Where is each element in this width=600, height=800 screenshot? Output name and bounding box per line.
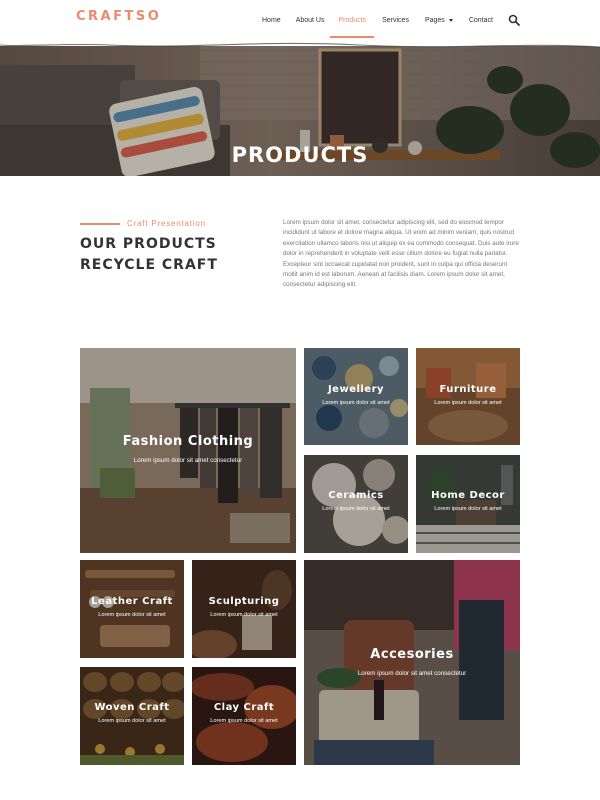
tile-subtitle: Lorem ipsum dolor sit amet (98, 718, 166, 724)
tile-caption: Leather Craft Lorem ipsum dolor sit amet (80, 596, 184, 618)
tile-title: Accesories (370, 647, 454, 662)
category-tile-ceramics[interactable]: Ceramics Lorem ipsum dolor sit amet (304, 455, 408, 553)
tile-title: Clay Craft (213, 702, 275, 713)
section-kicker: Craft Presentation (127, 219, 206, 228)
tile-caption: Fashion Clothing Lorem ipsum dolor sit a… (80, 434, 296, 464)
section-description: Lorem ipsum dolor sit amet, consectetur … (283, 219, 519, 289)
tile-caption: Woven Craft Lorem ipsum dolor sit amet (80, 702, 184, 724)
tile-subtitle: Lorem ipsum dolor sit amet (210, 612, 278, 618)
tile-caption: Sculpturing Lorem ipsum dolor sit amet (192, 596, 296, 618)
section-heading: OUR PRODUCTS RECYCLE CRAFT (80, 236, 218, 273)
tile-title: Jewellery (327, 384, 385, 395)
tile-caption: Ceramics Lorem ipsum dolor sit amet (304, 490, 408, 512)
tile-subtitle: Lorem ipsum dolor sit amet (322, 506, 390, 512)
category-tile-sculpturing[interactable]: Sculpturing Lorem ipsum dolor sit amet (192, 560, 296, 658)
tile-title: Furniture (439, 384, 497, 395)
nav-item-pages-label: Pages (424, 17, 445, 24)
tile-subtitle: Lorem ipsum dolor sit amet consectetur (133, 457, 243, 464)
nav-item-services[interactable]: Services (382, 0, 409, 40)
chevron-down-icon (448, 18, 453, 22)
page-title: PRODUCTS (231, 143, 369, 167)
category-tile-fashion-clothing[interactable]: Fashion Clothing Lorem ipsum dolor sit a… (80, 348, 296, 553)
category-tile-home-decor[interactable]: Home Decor Lorem ipsum dolor sit amet (416, 455, 520, 553)
tile-caption: Clay Craft Lorem ipsum dolor sit amet (192, 702, 296, 724)
search-icon[interactable] (508, 14, 520, 26)
category-tile-woven-craft[interactable]: Woven Craft Lorem ipsum dolor sit amet (80, 667, 184, 765)
category-tile-accesories[interactable]: Accesories Lorem ipsum dolor sit amet co… (304, 560, 520, 765)
tile-subtitle: Lorem ipsum dolor sit amet (98, 612, 166, 618)
tile-subtitle: Lorem ipsum dolor sit amet (322, 400, 390, 406)
tile-caption: Jewellery Lorem ipsum dolor sit amet (304, 384, 408, 406)
tile-title: Woven Craft (94, 702, 170, 713)
category-tile-clay-craft[interactable]: Clay Craft Lorem ipsum dolor sit amet (192, 667, 296, 765)
site-logo[interactable]: CRAFTSO (76, 9, 161, 24)
tile-title: Ceramics (328, 490, 384, 501)
tile-caption: Accesories Lorem ipsum dolor sit amet co… (304, 647, 520, 677)
tile-title: Sculpturing (208, 596, 280, 607)
main-nav: Home About Us Products Services Pages Co… (262, 0, 493, 40)
tile-subtitle: Lorem ipsum dolor sit amet (434, 400, 502, 406)
nav-item-home[interactable]: Home (262, 0, 281, 40)
nav-item-contact[interactable]: Contact (469, 0, 493, 40)
nav-item-about-us[interactable]: About Us (296, 0, 325, 40)
tile-caption: Furniture Lorem ipsum dolor sit amet (416, 384, 520, 406)
tile-caption: Home Decor Lorem ipsum dolor sit amet (416, 490, 520, 512)
tile-title: Leather Craft (91, 596, 173, 607)
tile-title: Home Decor (431, 490, 505, 501)
nav-item-pages[interactable]: Pages (425, 0, 453, 40)
nav-item-products[interactable]: Products (330, 0, 374, 40)
tile-title: Fashion Clothing (122, 434, 254, 449)
category-tile-leather-craft[interactable]: Leather Craft Lorem ipsum dolor sit amet (80, 560, 184, 658)
kicker-accent-line (80, 223, 120, 225)
header-wave-divider (0, 40, 600, 48)
tile-subtitle: Lorem ipsum dolor sit amet (434, 506, 502, 512)
category-tile-jewellery[interactable]: Jewellery Lorem ipsum dolor sit amet (304, 348, 408, 445)
category-tile-furniture[interactable]: Furniture Lorem ipsum dolor sit amet (416, 348, 520, 445)
tile-subtitle: Lorem ipsum dolor sit amet consectetur (357, 670, 467, 677)
tile-subtitle: Lorem ipsum dolor sit amet (210, 718, 278, 724)
hero-banner: PRODUCTS (0, 40, 600, 176)
